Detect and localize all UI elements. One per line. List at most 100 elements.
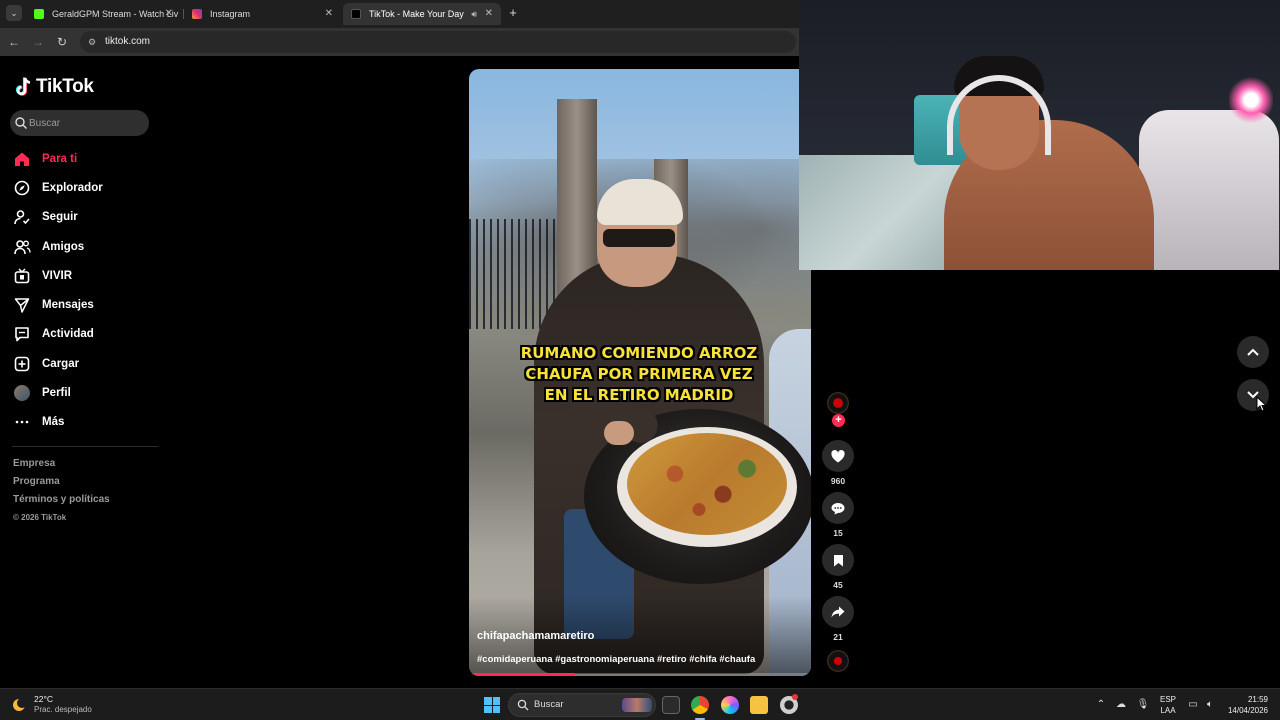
weather-moon-icon[interactable]	[11, 697, 27, 713]
tab-title: Instagram	[210, 9, 251, 19]
sidebar-item-label: Seguir	[42, 211, 78, 224]
onedrive-cloud-icon[interactable]: ☁	[1114, 698, 1128, 712]
footer-link-programa[interactable]: Programa	[13, 476, 110, 494]
windows-taskbar: 22°C Prac. despejado Buscar ⌃ ☁ 🎙︎ ESP L…	[0, 688, 1280, 720]
sidebar-item-actividad[interactable]: Actividad	[12, 320, 162, 349]
heart-icon	[831, 449, 845, 462]
previous-video-button[interactable]	[1237, 336, 1269, 368]
reload-button[interactable]: ↻	[54, 34, 70, 50]
sidebar-item-label: Para ti	[42, 152, 78, 165]
caption-line: CHAUFA POR PRIMERA VEZ	[525, 365, 753, 383]
sidebar-item-label: Mensajes	[42, 299, 94, 312]
tiktok-logo[interactable]: TikTok	[16, 76, 94, 98]
kick-favicon-icon	[34, 9, 44, 19]
new-tab-button[interactable]: +	[506, 5, 520, 21]
language-code[interactable]: ESP	[1158, 695, 1178, 704]
video-player[interactable]: RUMANO COMIENDO ARROZ CHAUFA POR PRIMERA…	[469, 69, 811, 676]
sidebar-item-cargar[interactable]: Cargar	[12, 349, 162, 378]
share-button[interactable]	[822, 596, 854, 628]
search-box[interactable]	[10, 110, 149, 136]
sidebar-item-amigos[interactable]: Amigos	[12, 232, 162, 261]
video-hashtags[interactable]: #comidaperuana #gastronomiaperuana #reti…	[477, 654, 755, 665]
sidebar-item-seguir[interactable]: Seguir	[12, 203, 162, 232]
system-clock[interactable]: 21:59 14/04/2026	[1218, 694, 1268, 716]
taskbar-search-label: Buscar	[534, 699, 564, 710]
like-count: 960	[830, 476, 846, 486]
copyright-text: © 2026 TikTok	[13, 513, 67, 522]
caption-line: EN EL RETIRO MADRID	[544, 386, 734, 404]
keyboard-layout[interactable]: LAA	[1158, 706, 1178, 715]
search-input[interactable]	[29, 114, 141, 132]
webcam-overlay	[799, 0, 1280, 270]
sidebar-item-label: Explorador	[42, 181, 103, 194]
video-progress-fill	[469, 673, 576, 676]
sidebar-item-para-ti[interactable]: Para ti	[12, 144, 162, 173]
upload-icon	[12, 354, 36, 374]
weather-temperature[interactable]: 22°C	[34, 694, 53, 704]
address-bar-row: ← → ↻ ⚙ tiktok.com	[0, 28, 800, 56]
sidebar-item-label: VIVIR	[42, 269, 73, 282]
forward-button[interactable]: →	[30, 34, 46, 50]
sidebar-item-explorador[interactable]: Explorador	[12, 173, 162, 202]
footer-link-empresa[interactable]: Empresa	[13, 458, 110, 476]
profile-icon-wrap	[12, 383, 36, 403]
video-sunglasses	[603, 229, 675, 247]
sidebar-item-label: Actividad	[42, 328, 94, 341]
video-author[interactable]: chifapachamamaretiro	[477, 630, 594, 642]
like-button[interactable]	[822, 440, 854, 472]
more-icon	[12, 412, 36, 432]
messages-icon	[12, 295, 36, 315]
sidebar-item-perfil[interactable]: Perfil	[12, 378, 162, 407]
copilot-icon[interactable]	[721, 696, 739, 714]
sidebar-item-label: Más	[42, 416, 65, 429]
sidebar-item-mas[interactable]: Más	[12, 408, 162, 437]
bookmark-icon	[833, 554, 843, 566]
close-tab-icon[interactable]: ✕	[165, 3, 173, 25]
instagram-favicon-icon	[192, 9, 202, 19]
webcam-plastic-chair	[1139, 110, 1279, 270]
tab-title: GeraldGPM Stream - Watch Liv	[52, 9, 179, 19]
task-view-icon[interactable]	[662, 696, 680, 714]
music-disc-icon[interactable]	[827, 650, 849, 672]
taskbar-search[interactable]: Buscar	[508, 693, 656, 717]
footer-link-terminos[interactable]: Términos y políticas	[13, 494, 110, 512]
tab-kick-stream[interactable]: GeraldGPM Stream - Watch Liv ✕	[26, 3, 181, 25]
url-bar[interactable]: ⚙ tiktok.com	[80, 31, 796, 53]
network-icon[interactable]: ▭	[1186, 698, 1200, 712]
tab-instagram[interactable]: Instagram ✕	[184, 3, 341, 25]
url-text[interactable]: tiktok.com	[105, 31, 150, 53]
close-tab-icon[interactable]: ✕	[325, 3, 333, 25]
sidebar-item-label: Perfil	[42, 387, 71, 400]
weather-description[interactable]: Prac. despejado	[34, 705, 92, 714]
site-settings-icon[interactable]: ⚙	[88, 36, 100, 48]
sidebar-divider	[12, 446, 158, 447]
back-button[interactable]: ←	[6, 34, 22, 50]
follow-plus-icon[interactable]: +	[832, 414, 845, 427]
comment-icon	[831, 502, 845, 514]
creator-avatar[interactable]	[827, 392, 849, 414]
share-count: 21	[833, 632, 843, 642]
video-caption-overlay: RUMANO COMIENDO ARROZ CHAUFA POR PRIMERA…	[489, 343, 789, 406]
close-tab-icon[interactable]: ✕	[485, 3, 493, 25]
tab-title: TikTok - Make Your Day	[369, 9, 464, 19]
save-count: 45	[833, 580, 843, 590]
file-explorer-icon[interactable]	[750, 696, 768, 714]
microphone-icon[interactable]: 🎙︎	[1136, 698, 1150, 712]
save-button[interactable]	[822, 544, 854, 576]
video-progress-bar[interactable]	[469, 673, 811, 676]
comment-button[interactable]	[822, 492, 854, 524]
sidebar-item-mensajes[interactable]: Mensajes	[12, 290, 162, 319]
audio-playing-icon[interactable]: 🔊︎	[471, 3, 477, 25]
tab-tiktok[interactable]: TikTok - Make Your Day 🔊︎ ✕	[343, 3, 501, 25]
search-icon	[15, 117, 27, 129]
friends-icon	[12, 237, 36, 257]
sidebar-item-vivir[interactable]: VIVIR	[12, 261, 162, 290]
volume-icon[interactable]: 🔈︎	[1203, 698, 1217, 712]
tab-search-button[interactable]: ⌄	[6, 5, 22, 21]
windows-start-icon[interactable]	[484, 697, 500, 713]
video-hand	[604, 421, 634, 445]
chrome-icon[interactable]	[691, 696, 709, 714]
show-hidden-icons-icon[interactable]: ⌃	[1094, 698, 1108, 712]
sidebar-item-label: Cargar	[42, 357, 80, 370]
comment-count: 15	[833, 528, 843, 538]
